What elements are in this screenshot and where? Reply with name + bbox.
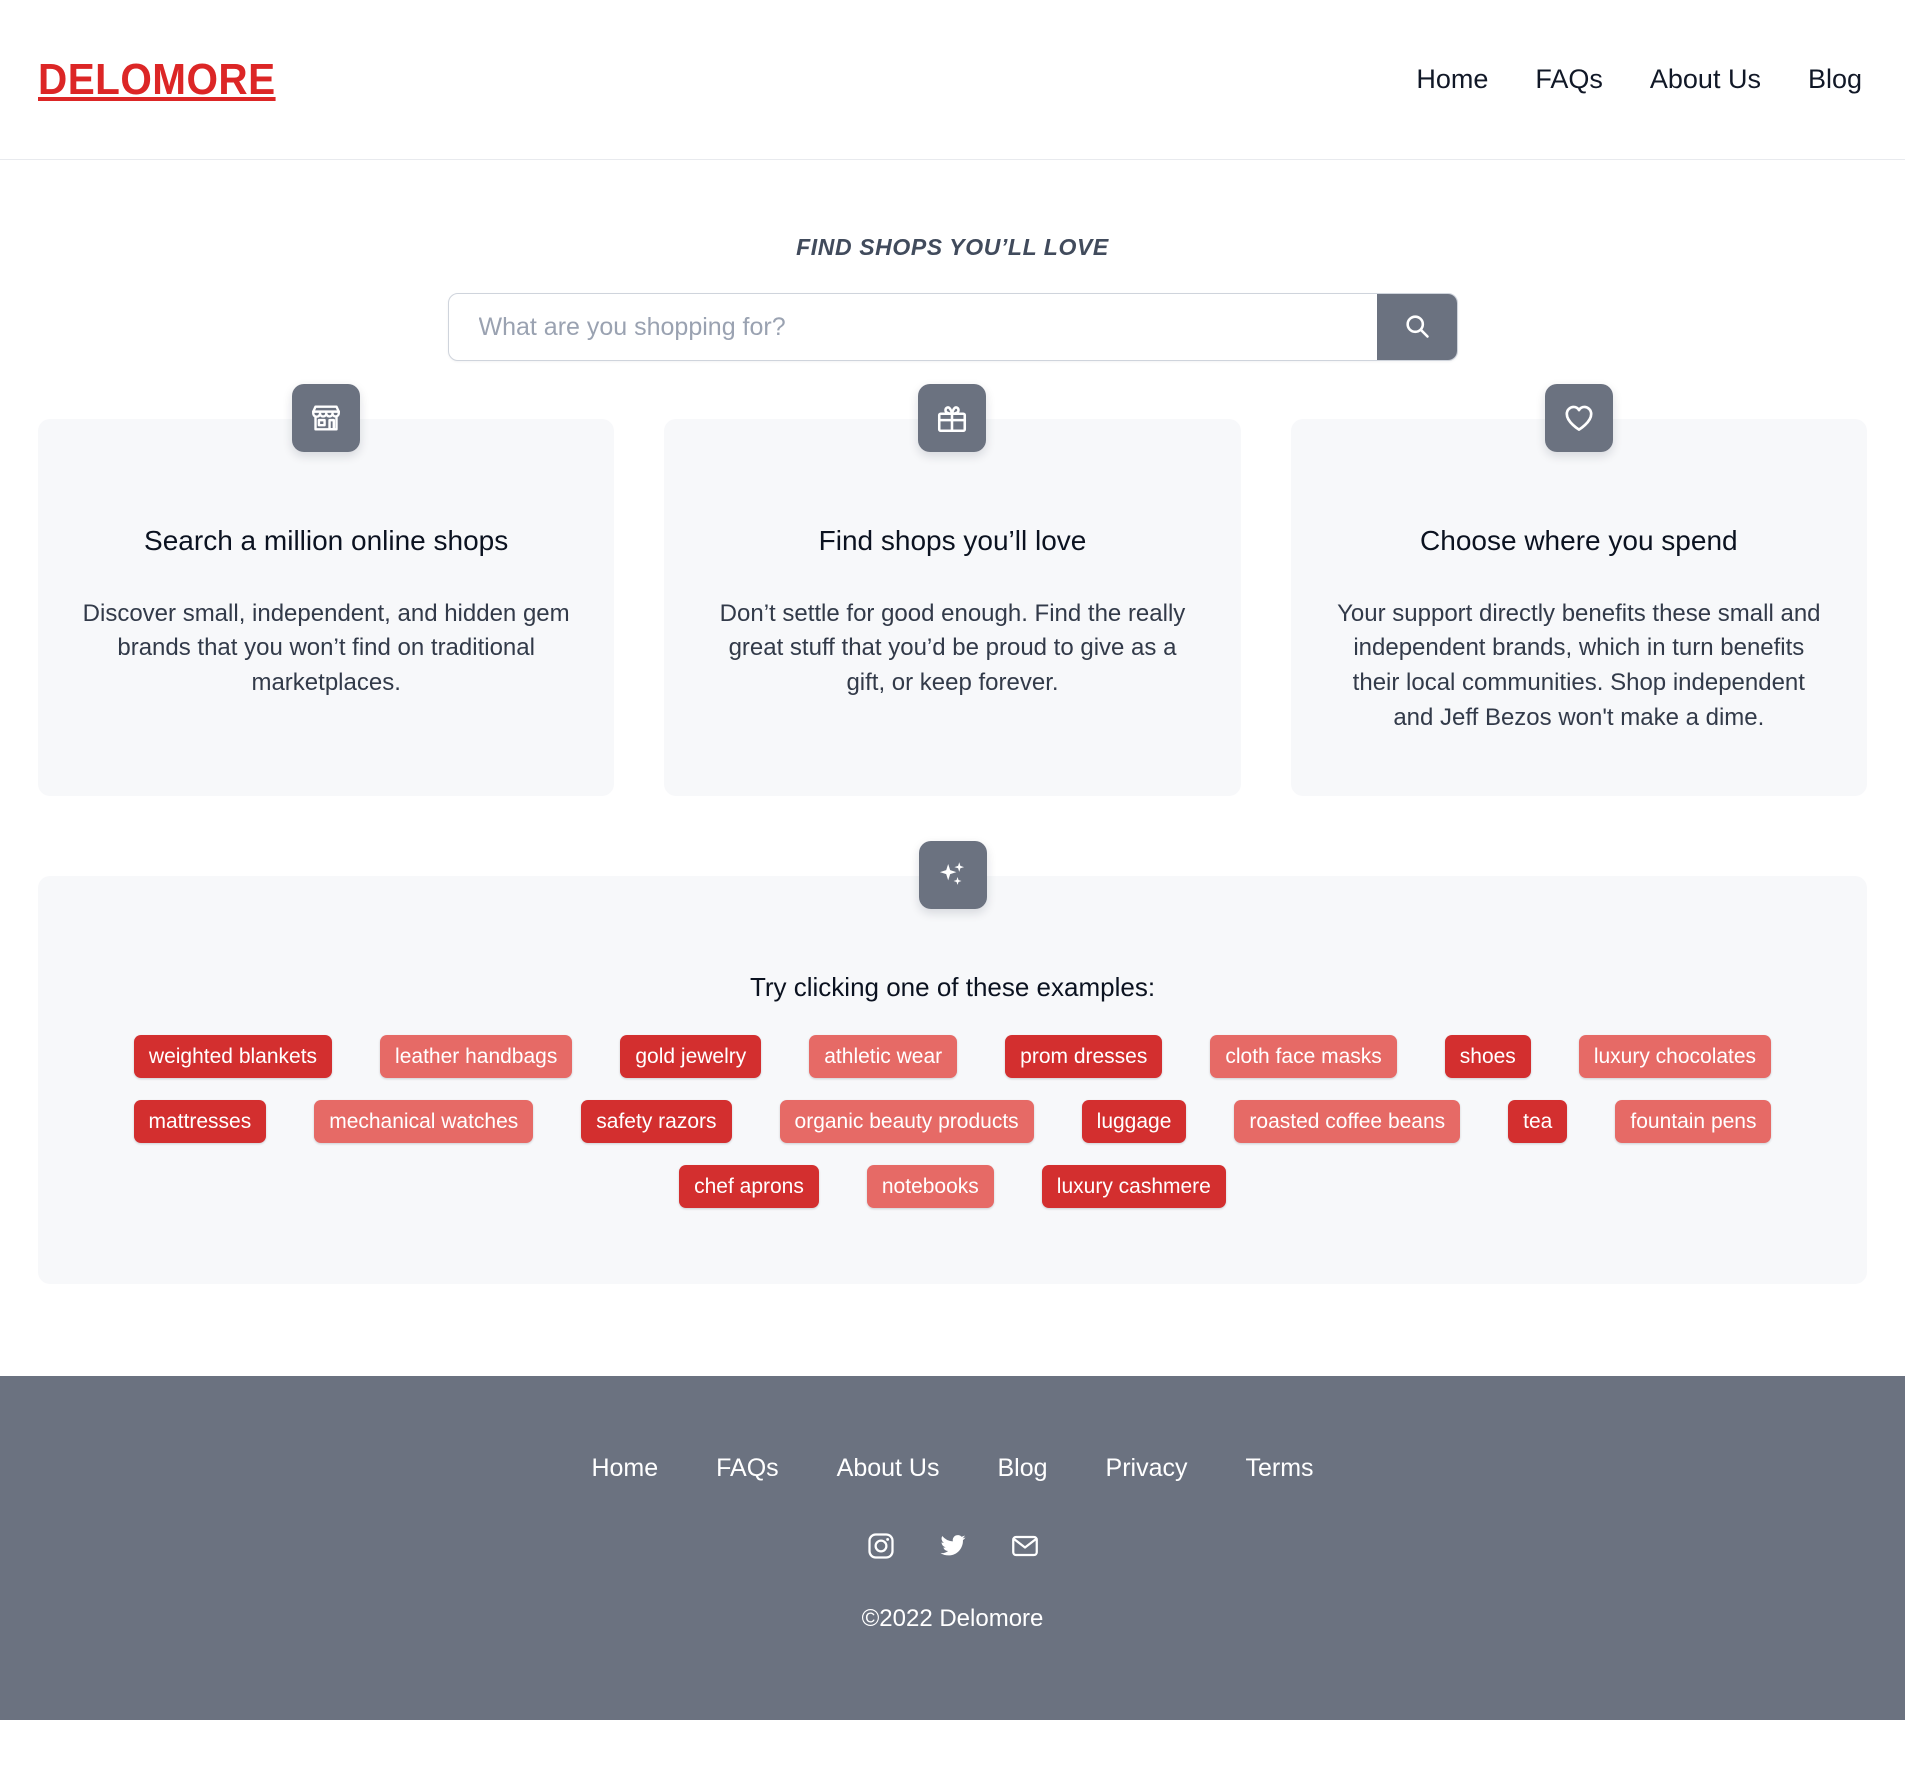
copyright-text: ©2022 Delomore	[861, 1604, 1044, 1632]
feature-card-search-shops: Search a million online shops Discover s…	[38, 384, 615, 796]
footer-link-terms[interactable]: Terms	[1246, 1454, 1314, 1483]
social-links	[866, 1531, 1040, 1561]
example-tag[interactable]: leather handbags	[380, 1034, 573, 1078]
nav-item-about-us[interactable]: About Us	[1650, 66, 1761, 93]
nav-item-faqs[interactable]: FAQs	[1535, 66, 1603, 93]
gift-icon	[918, 384, 987, 452]
footer-link-about-us[interactable]: About Us	[837, 1454, 940, 1483]
example-tag[interactable]: luxury cashmere	[1041, 1164, 1226, 1208]
example-tag[interactable]: notebooks	[866, 1164, 994, 1208]
site-footer: Home FAQs About Us Blog Privacy Terms ©2…	[0, 1375, 1905, 1720]
footer-link-faqs[interactable]: FAQs	[716, 1454, 779, 1483]
storefront-icon	[292, 384, 361, 452]
feature-card-find-shops: Find shops you’ll love Don’t settle for …	[664, 384, 1241, 796]
twitter-icon[interactable]	[938, 1531, 968, 1561]
footer-link-privacy[interactable]: Privacy	[1106, 1454, 1188, 1483]
example-tag[interactable]: luxury chocolates	[1578, 1034, 1772, 1078]
feature-card-text: Your support directly benefits these sma…	[1337, 599, 1821, 731]
footer-nav: Home FAQs About Us Blog Privacy Terms	[591, 1454, 1313, 1483]
example-tag[interactable]: chef aprons	[679, 1164, 819, 1208]
feature-card-title: Find shops you’ll love	[818, 525, 1087, 556]
example-tag[interactable]: athletic wear	[809, 1034, 958, 1078]
feature-card-text: Don’t settle for good enough. Find the r…	[719, 599, 1186, 697]
feature-cards: Search a million online shops Discover s…	[0, 384, 1905, 796]
example-tag[interactable]: shoes	[1444, 1034, 1531, 1078]
primary-nav: Home FAQs About Us Blog	[1416, 66, 1867, 93]
instagram-icon[interactable]	[866, 1531, 896, 1561]
search-bar	[447, 293, 1458, 361]
footer-link-home[interactable]: Home	[591, 1454, 658, 1483]
example-tag[interactable]: safety razors	[581, 1099, 732, 1143]
search-submit-button[interactable]	[1376, 294, 1457, 360]
feature-card-choose-spend: Choose where you spend Your support dire…	[1290, 384, 1867, 796]
feature-card-title: Choose where you spend	[1420, 525, 1738, 556]
feature-card-title: Search a million online shops	[144, 525, 509, 556]
example-tag[interactable]: gold jewelry	[620, 1034, 762, 1078]
example-tag[interactable]: mechanical watches	[314, 1099, 534, 1143]
example-tag-row: mattresses mechanical watches safety raz…	[78, 1099, 1827, 1143]
example-tag[interactable]: cloth face masks	[1210, 1034, 1397, 1078]
hero-eyebrow: FIND SHOPS YOU’LL LOVE	[796, 234, 1109, 260]
sparkles-icon	[918, 840, 987, 909]
nav-item-home[interactable]: Home	[1416, 66, 1488, 93]
site-header: DELOMORE Home FAQs About Us Blog	[0, 0, 1905, 160]
nav-item-blog[interactable]: Blog	[1808, 66, 1862, 93]
example-tag[interactable]: fountain pens	[1615, 1099, 1772, 1143]
feature-card-text: Discover small, independent, and hidden …	[82, 599, 570, 697]
example-tag[interactable]: tea	[1508, 1099, 1568, 1143]
example-tag[interactable]: mattresses	[133, 1099, 267, 1143]
example-tag-row: chef aprons notebooks luxury cashmere	[78, 1164, 1827, 1208]
search-icon	[1403, 312, 1431, 343]
example-tag[interactable]: weighted blankets	[133, 1034, 333, 1078]
example-tag[interactable]: luggage	[1081, 1099, 1187, 1143]
examples-title: Try clicking one of these examples:	[749, 971, 1156, 1002]
example-tag-row: weighted blankets leather handbags gold …	[78, 1034, 1827, 1078]
example-tag[interactable]: organic beauty products	[779, 1099, 1034, 1143]
hero-section: FIND SHOPS YOU’LL LOVE	[0, 160, 1905, 361]
example-tag[interactable]: roasted coffee beans	[1234, 1099, 1461, 1143]
search-input[interactable]	[448, 294, 1377, 360]
examples-panel: Try clicking one of these examples: weig…	[38, 840, 1867, 1284]
email-icon[interactable]	[1010, 1531, 1040, 1561]
heart-icon	[1544, 384, 1613, 452]
footer-link-blog[interactable]: Blog	[997, 1454, 1047, 1483]
site-logo[interactable]: DELOMORE	[38, 57, 276, 102]
example-tag[interactable]: prom dresses	[1005, 1034, 1163, 1078]
